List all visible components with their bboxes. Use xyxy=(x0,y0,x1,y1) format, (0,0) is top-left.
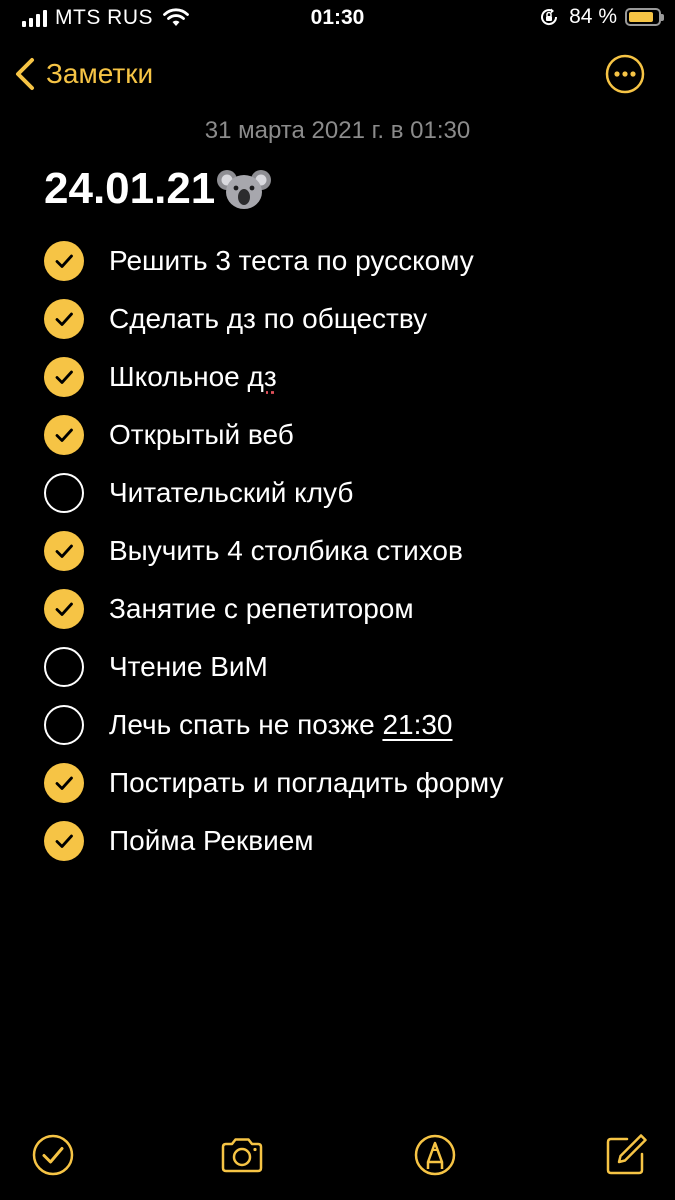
checklist-item: Сделать дз по обществу xyxy=(44,290,664,348)
checkmark-icon xyxy=(55,602,73,616)
note-title-text: 24.01.21 xyxy=(44,164,216,213)
chevron-left-icon xyxy=(16,58,34,90)
battery-percent: 84 % xyxy=(569,5,617,28)
checklist-item-text[interactable]: Пойма Реквием xyxy=(109,825,314,857)
checkmark-icon xyxy=(55,544,73,558)
checkmark-icon xyxy=(55,254,73,268)
checkmark-icon xyxy=(55,834,73,848)
checklist-item: Открытый веб xyxy=(44,406,664,464)
checklist-item-text[interactable]: Открытый веб xyxy=(109,419,294,451)
compose-button[interactable] xyxy=(603,1132,649,1178)
compose-icon xyxy=(606,1134,647,1175)
checkmark-icon xyxy=(55,428,73,442)
item-text-main: Сделать дз по обществу xyxy=(109,303,428,334)
item-text-main: Читательский клуб xyxy=(109,477,354,508)
more-icon[interactable] xyxy=(605,54,645,94)
checklist-item: Пойма Реквием xyxy=(44,812,664,870)
bottom-toolbar xyxy=(0,1110,675,1200)
checklist-item-text[interactable]: Решить 3 теста по русскому xyxy=(109,245,474,277)
item-text-main: Лечь спать не позже xyxy=(109,709,383,740)
checklist-item-text[interactable]: Постирать и погладить форму xyxy=(109,767,503,799)
status-right: 84 % xyxy=(539,5,664,29)
checkbox-checked[interactable] xyxy=(44,357,84,397)
battery-icon xyxy=(625,8,664,26)
checklist-item-text[interactable]: Чтение ВиМ xyxy=(109,651,268,683)
checkbox-checked[interactable] xyxy=(44,821,84,861)
checkmark-icon xyxy=(55,370,73,384)
markup-icon xyxy=(414,1134,456,1176)
checklist-item-text[interactable]: Занятие с репетитором xyxy=(109,593,414,625)
item-text-main: Пойма Реквием xyxy=(109,825,314,856)
misspelled-word[interactable]: дз xyxy=(248,361,277,392)
koala-icon xyxy=(217,170,272,209)
checklist-item: Постирать и погладить форму xyxy=(44,754,664,812)
back-button[interactable]: Заметки xyxy=(12,56,153,92)
checkbox-checked[interactable] xyxy=(44,241,84,281)
checklist-item: Читательский клуб xyxy=(44,464,664,522)
markup-button[interactable] xyxy=(412,1132,458,1178)
checkbox-checked[interactable] xyxy=(44,531,84,571)
checklist-item-text[interactable]: Выучить 4 столбика стихов xyxy=(109,535,463,567)
checkmark-icon xyxy=(55,776,73,790)
checklist: Решить 3 теста по русскому Сделать дз по… xyxy=(44,232,664,870)
nav-bar: Заметки xyxy=(0,50,675,106)
checklist-item: Решить 3 теста по русскому xyxy=(44,232,664,290)
checkbox-checked[interactable] xyxy=(44,763,84,803)
checklist-item: Чтение ВиМ xyxy=(44,638,664,696)
item-text-main: Постирать и погладить форму xyxy=(109,767,504,798)
checklist-item-text[interactable]: Читательский клуб xyxy=(109,477,353,509)
checklist-item-text[interactable]: Лечь спать не позже 21:30 xyxy=(109,709,453,741)
checkbox-unchecked[interactable] xyxy=(44,705,84,745)
note-title[interactable]: 24.01.21 xyxy=(44,164,272,214)
checklist-item: Лечь спать не позже 21:30 xyxy=(44,696,664,754)
note-date: 31 марта 2021 г. в 01:30 xyxy=(204,117,471,144)
checkbox-checked[interactable] xyxy=(44,589,84,629)
checklist-button[interactable] xyxy=(30,1132,76,1178)
item-text-main: Занятие с репетитором xyxy=(109,593,414,624)
checklist-item: Школьное дз xyxy=(44,348,664,406)
item-text-main: Выучить 4 столбика стихов xyxy=(109,535,463,566)
camera-icon xyxy=(221,1138,263,1173)
camera-button[interactable] xyxy=(219,1132,265,1178)
checkbox-unchecked[interactable] xyxy=(44,473,84,513)
item-text-main: Школьное xyxy=(109,361,248,392)
item-text-main: Открытый веб xyxy=(109,419,294,450)
checkbox-checked[interactable] xyxy=(44,299,84,339)
item-text-main: Решить 3 теста по русскому xyxy=(109,245,474,276)
status-bar: MTS RUS 01:30 84 % xyxy=(0,0,675,38)
checklist-icon xyxy=(32,1134,74,1176)
back-label: Заметки xyxy=(46,58,154,89)
checkmark-icon xyxy=(55,312,73,326)
item-text-main: Чтение ВиМ xyxy=(109,651,268,682)
checklist-item-text[interactable]: Школьное дз xyxy=(109,361,277,393)
battery-fill xyxy=(629,12,653,22)
time-link[interactable]: 21:30 xyxy=(382,709,452,740)
checklist-item-text[interactable]: Сделать дз по обществу xyxy=(109,303,427,335)
checklist-item: Занятие с репетитором xyxy=(44,580,664,638)
checklist-item: Выучить 4 столбика стихов xyxy=(44,522,664,580)
rotation-lock-icon xyxy=(541,8,558,26)
checkbox-unchecked[interactable] xyxy=(44,647,84,687)
checkbox-checked[interactable] xyxy=(44,415,84,455)
